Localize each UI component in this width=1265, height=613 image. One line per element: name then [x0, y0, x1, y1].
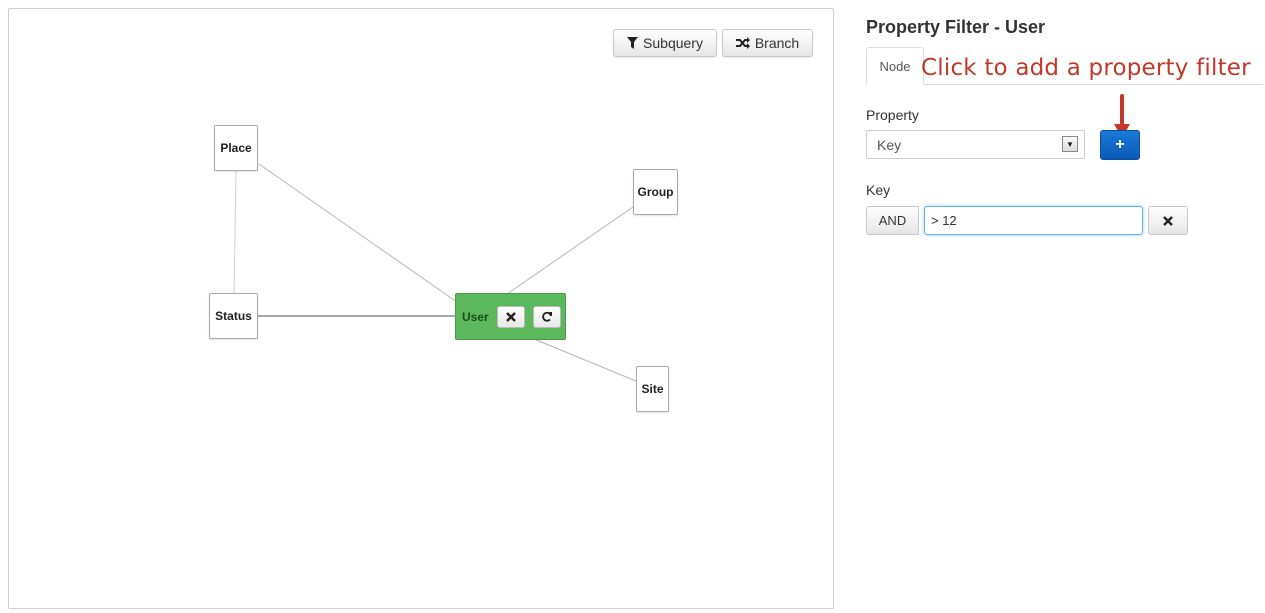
tab-node[interactable]: Node — [866, 47, 924, 85]
close-icon — [1163, 215, 1173, 226]
remove-filter-button[interactable] — [1148, 206, 1188, 235]
remove-node-button[interactable] — [496, 305, 525, 328]
tab-node-label: Node — [879, 59, 911, 74]
graph-node-group[interactable]: Group — [633, 169, 678, 215]
property-label: Property — [866, 107, 919, 123]
node-label-user: User — [462, 309, 489, 324]
refresh-icon — [541, 311, 552, 322]
tab-divider — [924, 84, 1263, 85]
refresh-node-button[interactable] — [532, 305, 561, 328]
add-property-filter-button[interactable]: + — [1100, 130, 1140, 160]
filter-icon — [627, 37, 639, 49]
dropdown-arrow-icon: ▼ — [1062, 136, 1078, 152]
key-label: Key — [866, 182, 891, 198]
annotation-callout: Click to add a property filter — [921, 55, 1251, 81]
graph-node-place[interactable]: Place — [214, 125, 258, 171]
query-graph-canvas[interactable]: Subquery Branch Place Status Group Site … — [8, 8, 834, 609]
shuffle-icon — [735, 37, 750, 49]
panel-title: Property Filter - User — [866, 17, 1046, 37]
edge-place-status — [233, 170, 237, 296]
node-label-group: Group — [637, 185, 674, 199]
graph-node-user[interactable]: User — [455, 293, 566, 340]
graph-edges — [233, 163, 637, 382]
close-icon — [505, 311, 516, 322]
operator-label: AND — [878, 213, 907, 228]
node-label-status: Status — [215, 309, 252, 323]
edge-user-site — [533, 338, 637, 382]
plus-icon: + — [1115, 136, 1125, 153]
graph-node-site[interactable]: Site — [636, 366, 669, 412]
graph-node-status[interactable]: Status — [209, 293, 258, 339]
operator-and-button[interactable]: AND — [866, 206, 919, 235]
branch-label: Branch — [754, 35, 800, 51]
property-select[interactable]: Key ▼ — [866, 130, 1085, 159]
edge-place-user — [258, 163, 465, 308]
edge-group-user — [506, 206, 634, 295]
property-select-value: Key — [877, 136, 902, 153]
node-label-place: Place — [220, 141, 252, 155]
node-label-site: Site — [641, 382, 664, 396]
filter-value-input[interactable] — [924, 206, 1143, 235]
subquery-label: Subquery — [643, 35, 703, 51]
branch-button[interactable]: Branch — [722, 29, 813, 57]
subquery-button[interactable]: Subquery — [613, 29, 717, 57]
